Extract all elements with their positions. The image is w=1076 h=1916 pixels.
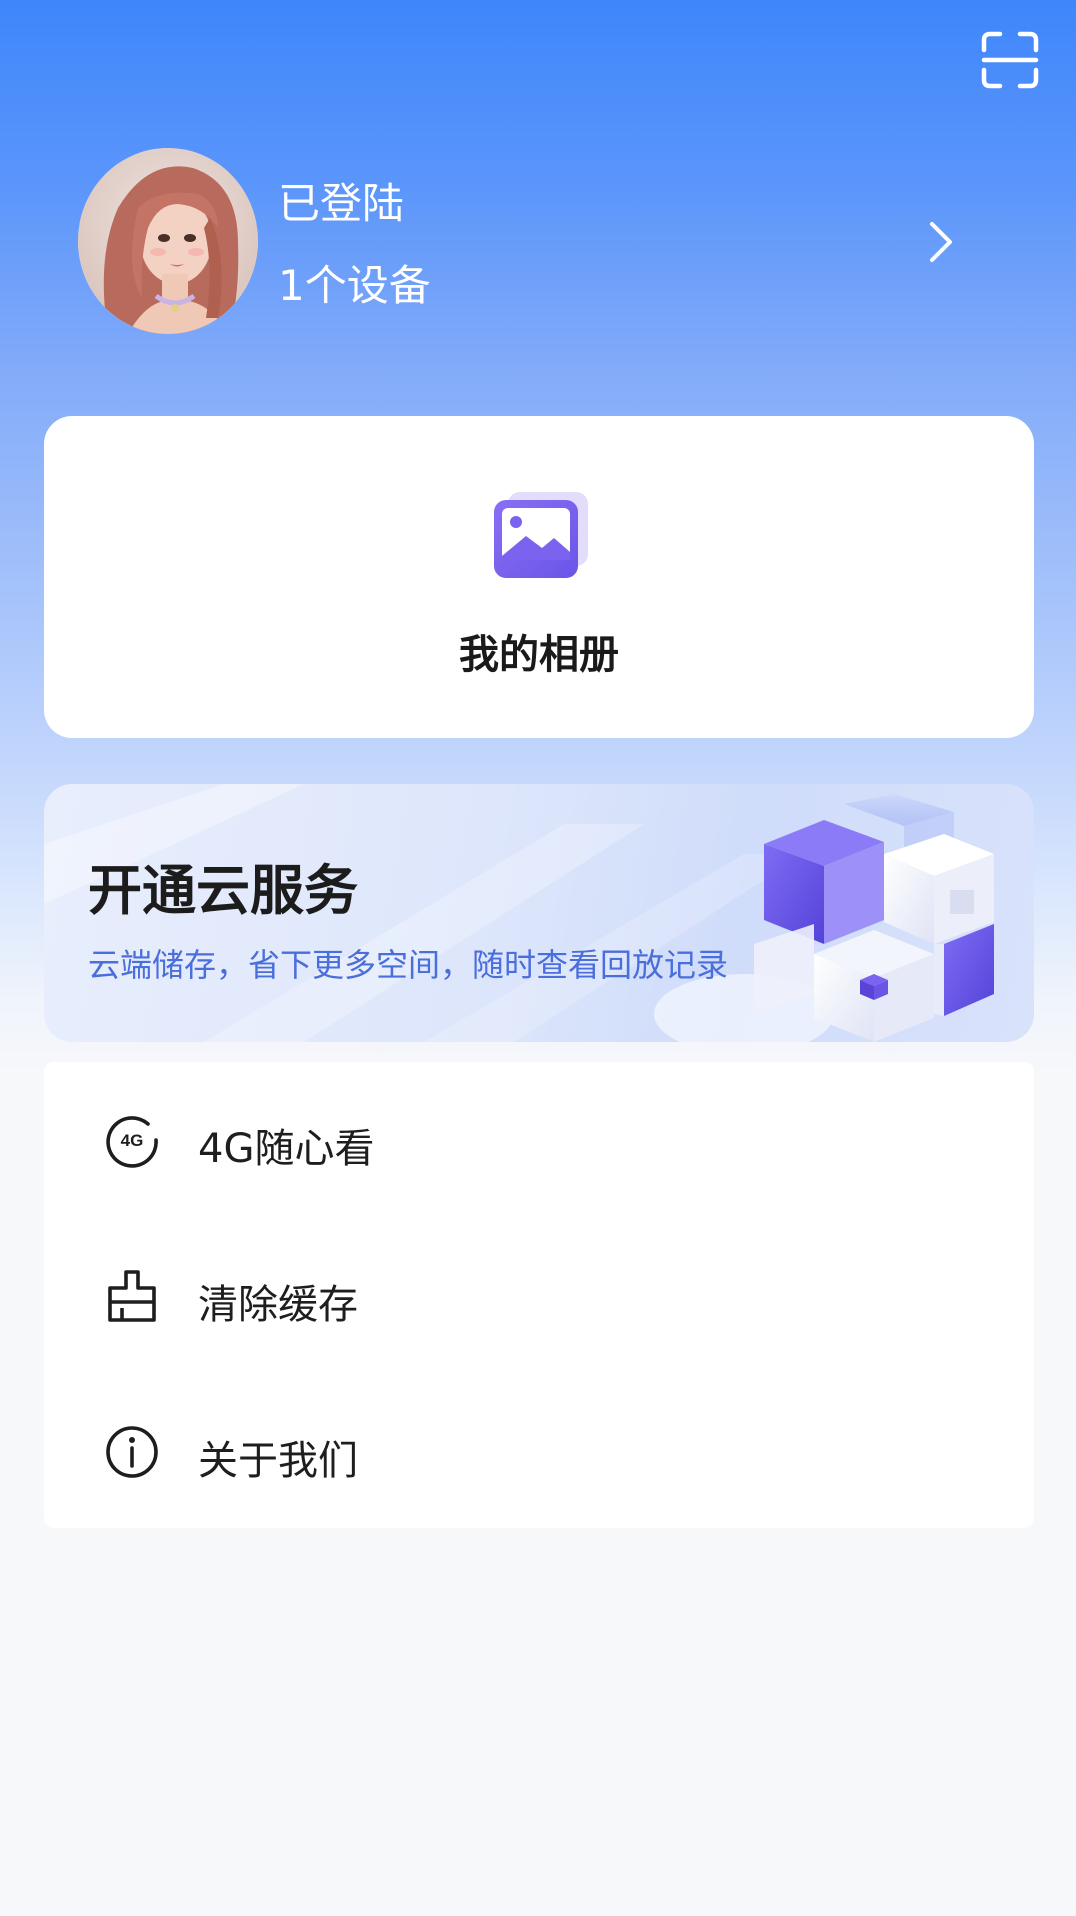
device-count: 1个设备: [278, 261, 431, 310]
cubes-illustration: [744, 794, 1034, 1042]
avatar: [78, 148, 258, 334]
cloud-service-subtitle: 云端储存，省下更多空间，随时查看回放记录: [88, 946, 729, 984]
my-album-label: 我的相册: [459, 632, 619, 678]
info-icon: [104, 1424, 160, 1480]
menu-label-about: 关于我们: [198, 1438, 358, 1484]
menu-label-clear-cache: 清除缓存: [198, 1282, 358, 1328]
settings-menu: 4G 4G随心看 清除缓存 关于我们: [44, 1062, 1034, 1528]
scan-button[interactable]: [980, 30, 1040, 90]
menu-item-clear-cache[interactable]: 清除缓存: [44, 1218, 1034, 1358]
profile-row[interactable]: 已登陆 1个设备: [78, 148, 978, 338]
svg-text:4G: 4G: [121, 1131, 144, 1150]
cloud-service-banner[interactable]: 开通云服务 云端储存，省下更多空间，随时查看回放记录: [44, 784, 1034, 1042]
avatar-image: [78, 148, 258, 334]
photo-album-icon: [490, 486, 596, 582]
login-status: 已登陆: [278, 179, 405, 228]
my-album-card[interactable]: 我的相册: [44, 416, 1034, 738]
broom-icon: [104, 1268, 160, 1324]
menu-item-4g[interactable]: 4G 4G随心看: [44, 1062, 1034, 1202]
scan-icon: [981, 31, 1039, 89]
cloud-service-title: 开通云服务: [88, 859, 358, 922]
menu-item-about[interactable]: 关于我们: [44, 1374, 1034, 1514]
4g-icon: 4G: [104, 1112, 160, 1168]
menu-label-4g: 4G随心看: [198, 1126, 375, 1172]
chevron-right-icon: [924, 220, 956, 264]
